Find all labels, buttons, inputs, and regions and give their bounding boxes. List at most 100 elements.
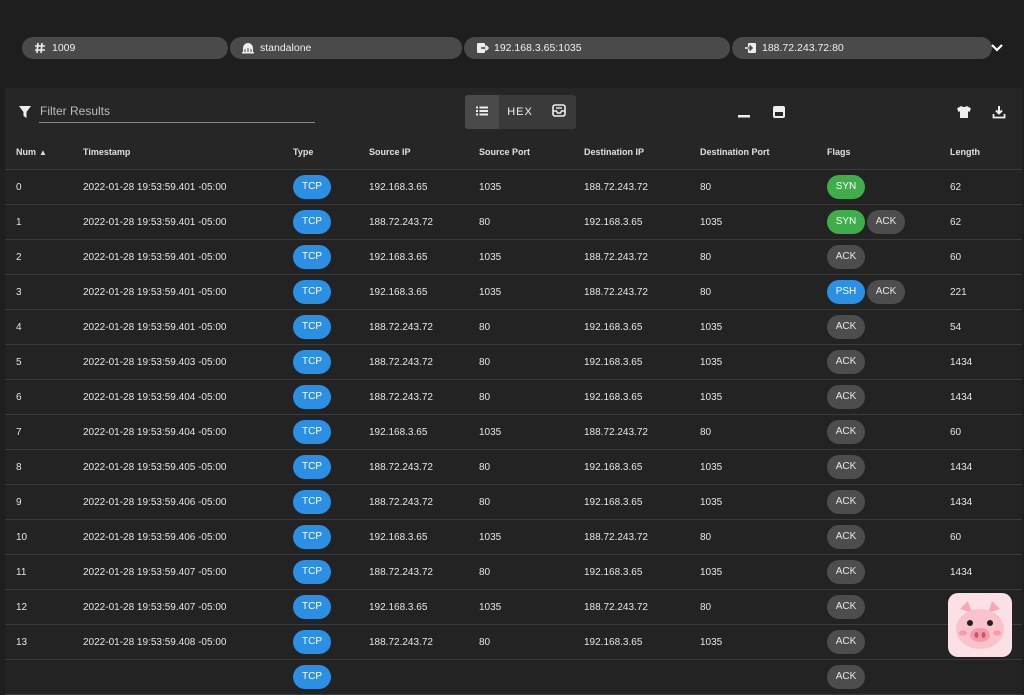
table-row[interactable]: 7 2022-01-28 19:53:59.404 -05:00 TCP 192.16… <box>5 414 1022 450</box>
column-header-type[interactable]: Type <box>282 135 358 170</box>
network-chip[interactable]: standalone <box>230 37 462 59</box>
table-row[interactable]: 1 2022-01-28 19:53:59.401 -05:00 TCP 188.72… <box>5 204 1022 240</box>
download-icon[interactable] <box>991 104 1007 120</box>
cell-destination-ip: 192.168.3.65 <box>573 484 689 520</box>
table-row[interactable]: 8 2022-01-28 19:53:59.405 -05:00 TCP 188.72… <box>5 449 1022 485</box>
cell-destination-port: 1035 <box>689 379 816 415</box>
cell-num: 5 <box>5 344 72 380</box>
cell-destination-port: 1035 <box>689 204 816 240</box>
protocol-badge: TCP <box>293 665 331 689</box>
column-header-source-ip[interactable]: Source IP <box>358 135 468 170</box>
cell-source-port: 80 <box>468 554 573 590</box>
protocol-badge: TCP <box>293 175 331 199</box>
inbox-icon <box>551 104 566 120</box>
filter-input[interactable] <box>39 100 315 123</box>
cell-flags: ACK <box>816 344 939 380</box>
cell-length: 1434 <box>939 379 1022 415</box>
chip-label: 192.168.3.65:1035 <box>494 42 582 54</box>
table-row[interactable]: 3 2022-01-28 19:53:59.401 -05:00 TCP 192.16… <box>5 274 1022 310</box>
cell-length: 60 <box>939 414 1022 450</box>
cell-num: 13 <box>5 624 72 660</box>
column-header-flags[interactable]: Flags <box>816 135 939 170</box>
column-header-source-port[interactable]: Source Port <box>468 135 573 170</box>
cell-source-ip: 192.168.3.65 <box>358 239 468 275</box>
column-header-num[interactable]: Num ▲ <box>5 135 72 170</box>
flag-badge-ack: ACK <box>827 350 865 374</box>
cell-source-ip: 188.72.243.72 <box>358 484 468 520</box>
cell-flags: SYN <box>816 169 939 205</box>
network-icon <box>240 42 256 54</box>
cell-source-ip: 188.72.243.72 <box>358 554 468 590</box>
stream-id-chip[interactable]: 1009 <box>22 37 228 59</box>
cell-type: TCP <box>282 414 358 450</box>
flag-badge-ack: ACK <box>827 630 865 654</box>
table-row[interactable]: 11 2022-01-28 19:53:59.407 -05:00 TCP 188.7… <box>5 554 1022 590</box>
cell-timestamp: 2022-01-28 19:53:59.408 -05:00 <box>72 624 282 660</box>
cell-num: 0 <box>5 169 72 205</box>
cell-type: TCP <box>282 274 358 310</box>
table-row[interactable]: 6 2022-01-28 19:53:59.404 -05:00 TCP 188.72… <box>5 379 1022 415</box>
cell-type: TCP <box>282 309 358 345</box>
cell-num <box>5 659 72 695</box>
cell-destination-ip: 188.72.243.72 <box>573 169 689 205</box>
cell-destination-ip: 192.168.3.65 <box>573 204 689 240</box>
sort-ascending-icon: ▲ <box>39 148 47 157</box>
chip-label: 188.72.243.72:80 <box>762 42 844 54</box>
cell-flags: ACK <box>816 519 939 555</box>
table-row[interactable]: TCP ACK <box>5 659 1022 695</box>
column-header-destination-port[interactable]: Destination Port <box>689 135 816 170</box>
table-row[interactable]: 13 2022-01-28 19:53:59.408 -05:00 TCP 188.7… <box>5 624 1022 660</box>
cell-flags: PSH ACK <box>816 274 939 310</box>
flag-badge-ack: ACK <box>827 560 865 584</box>
cell-length: 62 <box>939 204 1022 240</box>
table-row[interactable]: 5 2022-01-28 19:53:59.403 -05:00 TCP 188.72… <box>5 344 1022 380</box>
flag-badge-ack: ACK <box>827 595 865 619</box>
chevron-down-icon[interactable] <box>988 39 1006 57</box>
view-mode-toggle: HEX <box>465 95 576 129</box>
list-view-button[interactable] <box>465 95 499 129</box>
protocol-badge: TCP <box>293 245 331 269</box>
cell-timestamp: 2022-01-28 19:53:59.406 -05:00 <box>72 519 282 555</box>
column-header-timestamp[interactable]: Timestamp <box>72 135 282 170</box>
cell-num: 12 <box>5 589 72 625</box>
table-row[interactable]: 4 2022-01-28 19:53:59.401 -05:00 TCP 188.72… <box>5 309 1022 345</box>
protocol-badge: TCP <box>293 385 331 409</box>
pig-mascot-icon[interactable] <box>948 593 1012 657</box>
hex-view-button[interactable]: HEX <box>499 95 541 129</box>
panel-icon[interactable] <box>771 104 787 120</box>
cell-source-port: 80 <box>468 449 573 485</box>
cell-destination-port: 80 <box>689 169 816 205</box>
table-row[interactable]: 12 2022-01-28 19:53:59.407 -05:00 TCP 192.1… <box>5 589 1022 625</box>
decode-view-button[interactable] <box>541 95 576 129</box>
cell-source-port: 1035 <box>468 239 573 275</box>
column-header-length[interactable]: Length <box>939 135 1022 170</box>
cell-destination-port: 80 <box>689 519 816 555</box>
shirt-icon[interactable] <box>956 104 972 120</box>
column-header-destination-ip[interactable]: Destination IP <box>573 135 689 170</box>
cell-destination-port: 1035 <box>689 344 816 380</box>
cell-length: 60 <box>939 239 1022 275</box>
cell-destination-port: 80 <box>689 239 816 275</box>
cell-source-ip: 188.72.243.72 <box>358 309 468 345</box>
minimize-icon[interactable] <box>736 104 752 120</box>
cell-destination-port: 1035 <box>689 554 816 590</box>
table-row[interactable]: 10 2022-01-28 19:53:59.406 -05:00 TCP 192.1… <box>5 519 1022 555</box>
source-chip[interactable]: 192.168.3.65:1035 <box>464 37 730 59</box>
cell-destination-port: 80 <box>689 589 816 625</box>
cell-destination-port: 80 <box>689 274 816 310</box>
cell-destination-port: 1035 <box>689 624 816 660</box>
cell-type: TCP <box>282 554 358 590</box>
destination-chip[interactable]: 188.72.243.72:80 <box>732 37 992 59</box>
cell-source-ip: 192.168.3.65 <box>358 589 468 625</box>
cell-destination-ip: 192.168.3.65 <box>573 449 689 485</box>
flag-badge-syn: SYN <box>827 175 865 199</box>
cell-flags: ACK <box>816 379 939 415</box>
cell-type: TCP <box>282 624 358 660</box>
cell-source-ip: 188.72.243.72 <box>358 344 468 380</box>
protocol-badge: TCP <box>293 595 331 619</box>
cell-num: 10 <box>5 519 72 555</box>
table-row[interactable]: 0 2022-01-28 19:53:59.401 -05:00 TCP 192.16… <box>5 169 1022 205</box>
table-row[interactable]: 9 2022-01-28 19:53:59.406 -05:00 TCP 188.72… <box>5 484 1022 520</box>
table-row[interactable]: 2 2022-01-28 19:53:59.401 -05:00 TCP 192.16… <box>5 239 1022 275</box>
cell-num: 2 <box>5 239 72 275</box>
